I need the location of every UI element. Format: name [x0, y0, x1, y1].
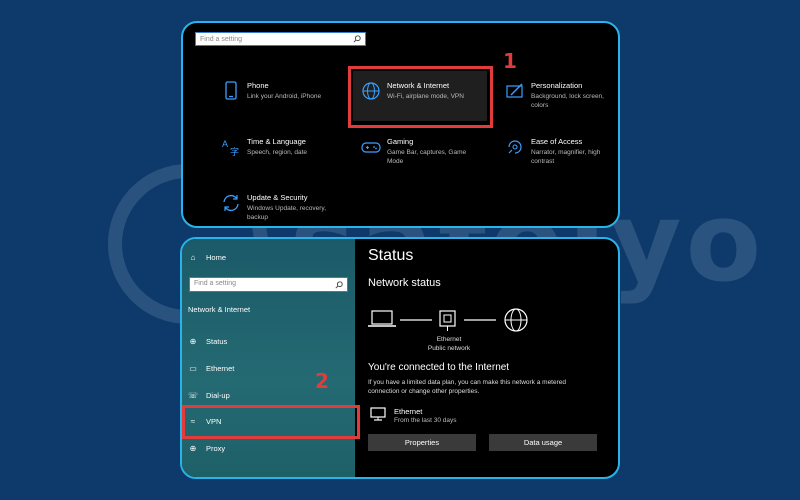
- tile-gaming-title: Gaming: [387, 137, 414, 146]
- sidebar-search-placeholder: Find a setting: [194, 280, 237, 287]
- sync-icon: [223, 194, 239, 212]
- sidebar-section-label: Network & Internet: [188, 305, 251, 314]
- svg-text:字: 字: [230, 146, 239, 157]
- tile-gaming-desc: Game Bar, captures, Game Mode: [387, 149, 467, 165]
- ethernet-item-title: Ethernet: [394, 407, 423, 416]
- tile-gaming[interactable]: Gaming Game Bar, captures, Game Mode: [361, 137, 481, 171]
- search-icon: [335, 281, 343, 289]
- sidebar-home-label: Home: [206, 253, 227, 262]
- time-language-icon: A字: [222, 139, 239, 157]
- proxy-icon: ⊕: [189, 444, 197, 453]
- sidebar-item-dialup[interactable]: ☏ Dial-up: [188, 391, 230, 400]
- tile-personalization[interactable]: Personalization Background, lock screen,…: [505, 81, 618, 111]
- computer-icon: [370, 407, 386, 421]
- diagram-label: Ethernet Public network: [424, 335, 474, 353]
- network-status-heading: Network status: [368, 277, 441, 289]
- status-icon: ⊕: [189, 337, 197, 346]
- network-status-panel: ⌂ Home Find a setting Network & Internet …: [180, 237, 620, 479]
- sidebar-item-ethernet[interactable]: ▭ Ethernet: [188, 364, 234, 373]
- sidebar-item-home[interactable]: ⌂ Home: [188, 253, 226, 262]
- internet-globe-icon: [504, 308, 528, 332]
- tile-personalization-desc: Background, lock screen, colors: [531, 93, 604, 109]
- page-title: Status: [368, 247, 414, 264]
- laptop-icon: [368, 310, 396, 327]
- connected-heading: You're connected to the Internet: [368, 362, 510, 373]
- tile-ease-of-access[interactable]: Ease of Access Narrator, magnifier, high…: [505, 137, 617, 171]
- search-placeholder: Find a setting: [200, 36, 243, 43]
- tile-ease-title: Ease of Access: [531, 137, 583, 146]
- sidebar-dialup-label: Dial-up: [206, 391, 230, 400]
- tile-update-security[interactable]: Update & Security Windows Update, recove…: [221, 193, 341, 226]
- gamepad-icon: [361, 142, 381, 153]
- ethernet-port-icon: [439, 310, 456, 331]
- sidebar-ethernet-label: Ethernet: [206, 364, 235, 373]
- personalization-icon: [506, 83, 523, 98]
- ethernet-icon: ▭: [189, 364, 197, 373]
- status-content: Status Network status Ethernet Public ne: [368, 239, 618, 477]
- tile-time-language-desc: Speech, region, date: [247, 149, 307, 156]
- tile-personalization-title: Personalization: [531, 81, 583, 90]
- tile-update-title: Update & Security: [247, 193, 308, 202]
- dialup-icon: ☏: [188, 391, 199, 400]
- ethernet-usage-item[interactable]: Ethernet From the last 30 days: [368, 405, 568, 429]
- sidebar-search-input[interactable]: Find a setting: [189, 277, 348, 292]
- sidebar-status-label: Status: [206, 337, 228, 346]
- ethernet-item-subtitle: From the last 30 days: [394, 417, 457, 424]
- tile-ease-desc: Narrator, magnifier, high contrast: [531, 149, 601, 165]
- step-number-2: 2: [315, 369, 329, 393]
- diagram-label-public: Public network: [427, 345, 471, 352]
- tile-time-language-title: Time & Language: [247, 137, 306, 146]
- properties-button[interactable]: Properties: [368, 434, 476, 451]
- ease-of-access-icon: [508, 140, 522, 154]
- highlight-box-network: [348, 66, 493, 128]
- tile-phone[interactable]: Phone Link your Android, iPhone: [221, 81, 341, 111]
- svg-text:A: A: [222, 139, 228, 149]
- settings-home-panel: Find a setting Phone Link your Android, …: [181, 21, 620, 228]
- search-icon: [353, 35, 361, 43]
- data-usage-button[interactable]: Data usage: [489, 434, 597, 451]
- sidebar-item-proxy[interactable]: ⊕ Proxy: [188, 444, 226, 453]
- home-icon: ⌂: [190, 253, 196, 262]
- tile-update-desc: Windows Update, recovery, backup: [247, 205, 326, 221]
- tile-phone-title: Phone: [247, 81, 269, 90]
- step-number-1: 1: [503, 49, 517, 73]
- highlight-box-vpn: [182, 405, 360, 439]
- settings-search-input[interactable]: Find a setting: [195, 32, 366, 46]
- connected-description: If you have a limited data plan, you can…: [368, 379, 566, 395]
- tile-time-language[interactable]: A字 Time & Language Speech, region, date: [221, 137, 341, 167]
- phone-icon: [225, 81, 237, 100]
- settings-sidebar: ⌂ Home Find a setting Network & Internet …: [182, 239, 355, 477]
- tile-phone-desc: Link your Android, iPhone: [247, 93, 322, 100]
- sidebar-proxy-label: Proxy: [206, 444, 226, 453]
- diagram-label-ethernet: Ethernet: [436, 336, 462, 343]
- sidebar-item-status[interactable]: ⊕ Status: [188, 337, 228, 346]
